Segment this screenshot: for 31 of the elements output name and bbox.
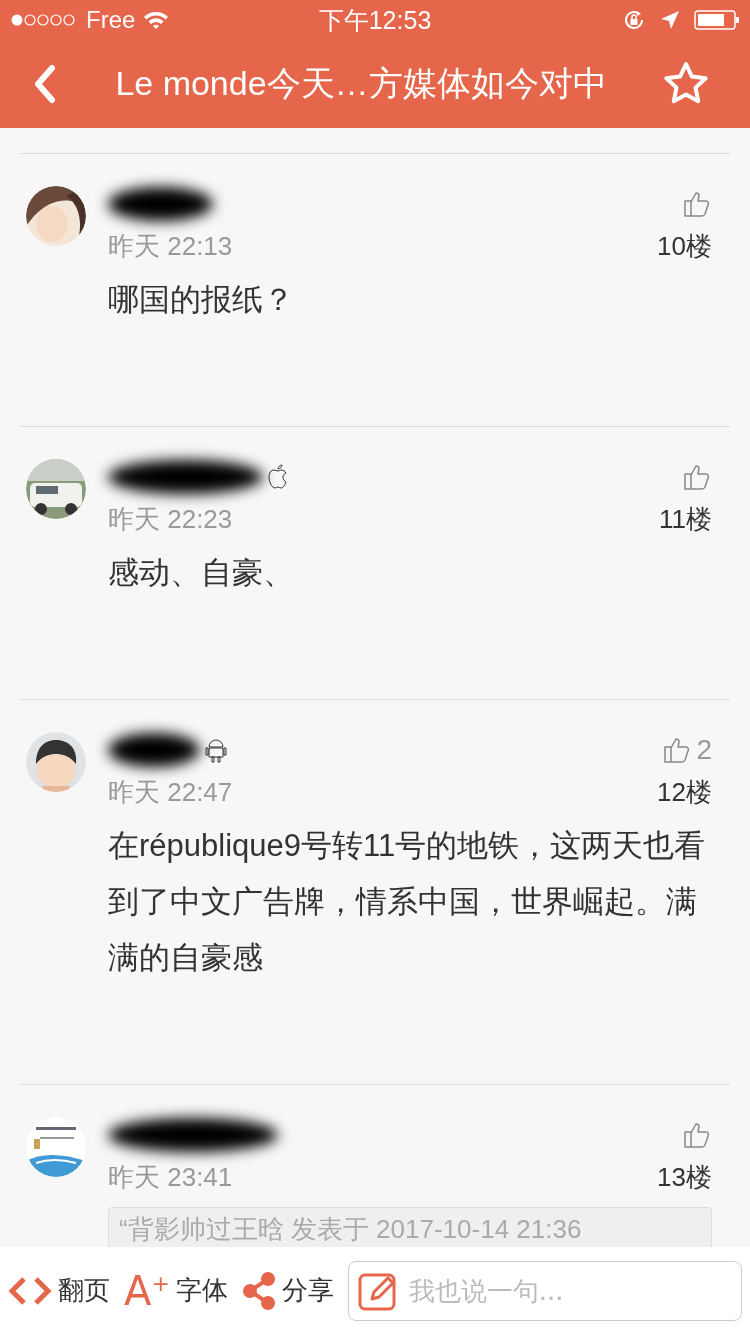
- rotation-lock-icon: [622, 8, 646, 32]
- thumbs-up-icon: [682, 462, 712, 492]
- code-brackets-icon: [8, 1275, 52, 1306]
- font-button[interactable]: A$^{+}$ 字体: [124, 1270, 228, 1311]
- comment-time: 昨天 23:41: [108, 1161, 234, 1194]
- thumbs-up-icon: [682, 1120, 712, 1150]
- signal-icon: [10, 13, 78, 27]
- comment-text: 感动、自豪、: [108, 554, 295, 592]
- clock-time: 下午12:53: [318, 4, 432, 36]
- floor-number: 13楼: [657, 1161, 712, 1194]
- android-icon: [204, 737, 228, 763]
- comment-time: 昨天 22:23: [108, 503, 234, 536]
- location-arrow-icon: [660, 10, 680, 30]
- floor-number: 10楼: [657, 230, 712, 263]
- article-title: Le monde今天…方媒体如今对中: [114, 63, 608, 104]
- floor-number: 12楼: [657, 776, 712, 809]
- comment-input-field[interactable]: 我也说一句...: [347, 1260, 742, 1321]
- share-icon: [241, 1270, 276, 1311]
- comment-time: 昨天 22:47: [108, 776, 233, 809]
- page-button[interactable]: 翻页: [8, 1273, 110, 1308]
- font-size-icon: A$^{+}$: [124, 1270, 170, 1311]
- comment-time: 昨天 22:13: [108, 230, 233, 263]
- wifi-icon: [143, 10, 170, 30]
- floor-number: 11楼: [659, 503, 712, 536]
- apple-icon: [267, 464, 289, 490]
- comment-text: 在république9号转11号的地铁，这两天也看到了中文广告牌，情系中国，世界崛起。满满的自豪感: [108, 827, 707, 977]
- comment-text: 哪国的报纸？: [108, 281, 295, 319]
- thumbs-up-icon: [682, 189, 712, 219]
- carrier-name: Free: [86, 6, 136, 34]
- share-button[interactable]: 分享: [241, 1270, 334, 1311]
- battery-icon: [694, 10, 740, 30]
